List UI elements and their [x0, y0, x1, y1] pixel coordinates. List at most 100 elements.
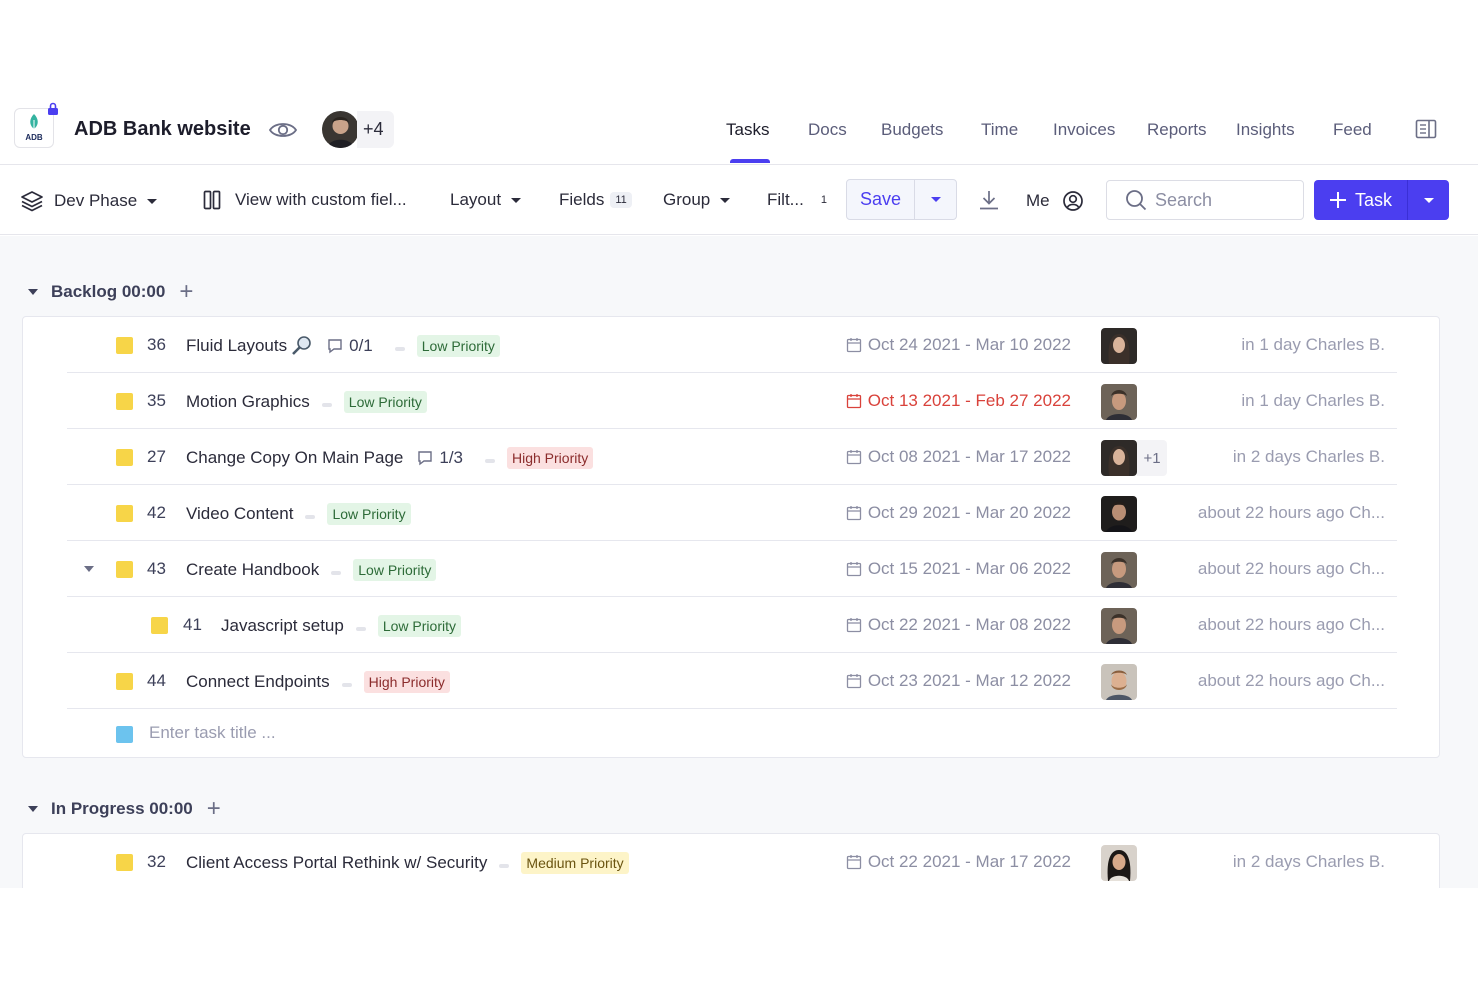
task-title[interactable]: Motion Graphics [186, 392, 310, 412]
assignee-avatar[interactable] [1101, 664, 1137, 700]
task-status-square[interactable] [116, 505, 133, 522]
collapse-icon[interactable] [28, 806, 38, 812]
add-task-button[interactable]: Task [1314, 180, 1408, 220]
empty-field-dash [394, 347, 405, 351]
me-filter-button[interactable]: Me [1026, 190, 1084, 212]
expand-subtasks-icon[interactable] [84, 566, 94, 572]
task-status-square[interactable] [116, 854, 133, 871]
eye-icon[interactable] [268, 120, 298, 140]
chevron-down-icon [147, 198, 158, 204]
tab-reports[interactable]: Reports [1147, 120, 1207, 140]
task-dates[interactable]: Oct 08 2021 - Mar 17 2022 [846, 447, 1071, 467]
task-title[interactable]: Create Handbook [186, 560, 319, 580]
updated-info: in 1 day Charles B. [1241, 335, 1385, 354]
task-id: 41 [183, 615, 202, 634]
new-task-title-input[interactable] [149, 723, 549, 743]
assignee-avatar[interactable] [1101, 552, 1137, 588]
tab-insights[interactable]: Insights [1236, 120, 1295, 140]
view-label: View with custom fiel... [235, 190, 407, 209]
tab-docs[interactable]: Docs [808, 120, 847, 140]
group-header-backlog[interactable]: Backlog 00:00 + [28, 280, 193, 304]
task-dates[interactable]: Oct 29 2021 - Mar 20 2022 [846, 503, 1071, 523]
priority-badge[interactable]: Medium Priority [521, 852, 629, 874]
priority-badge[interactable]: Low Priority [343, 391, 427, 413]
layout-dropdown[interactable]: Layout [450, 190, 522, 210]
assignee-avatar[interactable] [1101, 440, 1137, 476]
task-dates[interactable]: Oct 24 2021 - Mar 10 2022 [846, 335, 1071, 355]
task-row[interactable]: 32 Client Access Portal Rethink w/ Secur… [67, 834, 1397, 888]
tab-tasks[interactable]: Tasks [726, 120, 769, 140]
task-title[interactable]: Javascript setup [221, 616, 344, 636]
add-to-group-icon[interactable]: + [207, 797, 221, 821]
tab-budgets[interactable]: Budgets [881, 120, 943, 140]
task-status-square[interactable] [116, 673, 133, 690]
search-box[interactable] [1106, 180, 1304, 220]
search-input[interactable] [1155, 189, 1295, 211]
new-task-row[interactable] [67, 709, 1397, 759]
task-row[interactable]: 43 Create Handbook Low Priority Oct 15 2… [67, 541, 1397, 597]
task-row[interactable]: 35 Motion Graphics Low Priority Oct 13 2… [67, 373, 1397, 429]
filter-button[interactable]: Filt... 1 [767, 190, 832, 210]
subtask-count[interactable]: 0/1 [327, 336, 373, 356]
task-status-square[interactable] [116, 337, 133, 354]
download-icon[interactable] [978, 189, 1000, 211]
assignee-avatar[interactable] [1101, 845, 1137, 881]
group-header-in-progress[interactable]: In Progress 00:00 + [28, 797, 221, 821]
updated-info: about 22 hours ago Ch... [1197, 503, 1385, 522]
project-logo[interactable]: ADB [14, 102, 58, 148]
priority-badge[interactable]: Low Priority [353, 559, 437, 581]
assignee-extra-count[interactable]: +1 [1137, 440, 1167, 476]
add-to-group-icon[interactable]: + [179, 280, 193, 304]
task-row[interactable]: 44 Connect Endpoints High Priority Oct 2… [67, 653, 1397, 709]
members-extra-count[interactable]: +4 [357, 110, 394, 148]
priority-badge[interactable]: Low Priority [377, 615, 461, 637]
task-dates[interactable]: Oct 22 2021 - Mar 08 2022 [846, 615, 1071, 635]
view-selector[interactable]: View with custom fiel... [203, 190, 407, 210]
add-task-options-button[interactable] [1408, 180, 1449, 220]
task-status-square[interactable] [116, 449, 133, 466]
task-title[interactable]: Client Access Portal Rethink w/ Security [186, 853, 487, 873]
tab-feed[interactable]: Feed [1333, 120, 1372, 140]
assignee-avatar[interactable] [1101, 608, 1137, 644]
assignee-avatar[interactable] [1101, 328, 1137, 364]
task-dates[interactable]: Oct 23 2021 - Mar 12 2022 [846, 671, 1071, 691]
priority-badge[interactable]: High Priority [507, 447, 594, 469]
task-title[interactable]: Connect Endpoints [186, 672, 330, 692]
task-status-square[interactable] [116, 393, 133, 410]
task-row[interactable]: 42 Video Content Low Priority Oct 29 202… [67, 485, 1397, 541]
calendar-icon [846, 855, 861, 870]
task-row[interactable]: 41 Javascript setup Low Priority Oct 22 … [67, 597, 1397, 653]
side-panel-icon[interactable] [1415, 119, 1437, 139]
tab-time[interactable]: Time [981, 120, 1018, 140]
task-row[interactable]: 36 Fluid Layouts 0/1 Low Priority Oct 24… [67, 317, 1397, 373]
subtask-count[interactable]: 1/3 [417, 448, 463, 468]
fields-button[interactable]: Fields 11 [559, 190, 632, 210]
task-row[interactable]: 27 Change Copy On Main Page 1/3 High Pri… [67, 429, 1397, 485]
phase-selector[interactable]: Dev Phase [20, 190, 158, 212]
assignee-avatar[interactable] [1101, 384, 1137, 420]
filter-label: Filt... [767, 190, 804, 209]
member-avatar[interactable] [322, 110, 359, 148]
assignee-avatar[interactable] [1101, 496, 1137, 532]
user-circle-icon [1062, 191, 1083, 211]
project-members[interactable]: +4 [322, 110, 394, 148]
tab-invoices[interactable]: Invoices [1053, 120, 1115, 140]
save-options-button[interactable] [915, 180, 956, 219]
task-dates[interactable]: Oct 15 2021 - Mar 06 2022 [846, 559, 1071, 579]
task-status-square[interactable] [151, 617, 168, 634]
priority-badge[interactable]: High Priority [363, 671, 450, 693]
project-header: ADB ADB Bank website +4 Tasks Docs Budge… [0, 92, 1478, 165]
group-dropdown[interactable]: Group [663, 190, 731, 210]
task-title[interactable]: Video Content [186, 504, 293, 524]
task-dates[interactable]: Oct 22 2021 - Mar 17 2022 [846, 852, 1071, 872]
task-id: 35 [147, 391, 166, 410]
priority-badge[interactable]: Low Priority [327, 503, 411, 525]
save-button[interactable]: Save [847, 180, 915, 219]
priority-badge[interactable]: Low Priority [416, 335, 500, 357]
task-title[interactable]: Change Copy On Main Page [186, 448, 403, 468]
task-dates[interactable]: Oct 13 2021 - Feb 27 2022 [846, 391, 1071, 411]
phase-label: Dev Phase [54, 191, 138, 210]
task-status-square[interactable] [116, 561, 133, 578]
task-title[interactable]: Fluid Layouts [186, 336, 287, 356]
collapse-icon[interactable] [28, 289, 38, 295]
